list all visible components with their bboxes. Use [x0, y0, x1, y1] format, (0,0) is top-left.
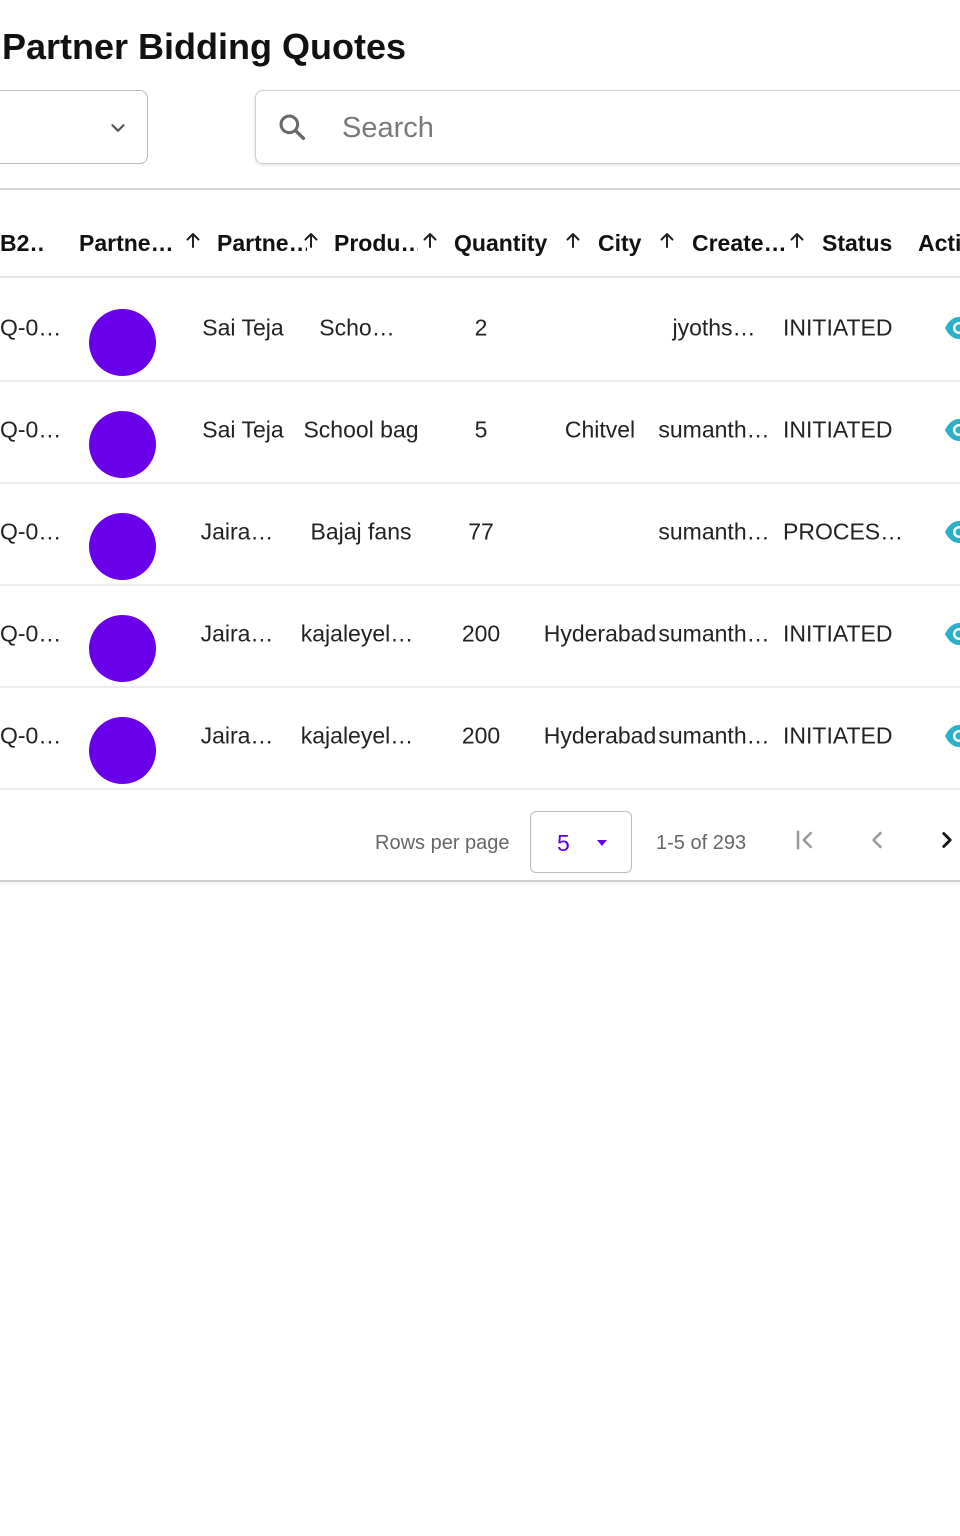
column-header-actions: Acti	[918, 230, 960, 256]
column-header-status[interactable]: Status	[822, 230, 902, 257]
cell-b2: Q-0…	[0, 518, 62, 545]
cell-created-by: sumanth…	[658, 620, 770, 647]
chevron-down-icon	[111, 124, 125, 132]
rows-per-page-label: Rows per page	[375, 832, 510, 854]
cell-status: INITIATED	[783, 722, 893, 749]
cell-b2: Q-0…	[0, 722, 62, 749]
eye-icon[interactable]	[944, 315, 960, 341]
filter-select[interactable]	[0, 90, 148, 164]
column-header-quantity[interactable]: Quantity	[454, 230, 549, 257]
column-header-city[interactable]: City	[598, 230, 648, 257]
avatar	[89, 717, 156, 784]
cell-b2: Q-0…	[0, 416, 62, 443]
table-row: Q-0… Jaira… Bajaj fans 77 sumanth… PROCE…	[0, 482, 960, 586]
table-row: Q-0… Jaira… kajaleyel… 200 Hyderabad sum…	[0, 584, 960, 688]
cell-created-by: sumanth…	[658, 518, 770, 545]
cell-product: kajaleyel…	[300, 722, 414, 749]
cell-status: INITIATED	[783, 314, 893, 341]
cell-partner-name: Jaira…	[200, 518, 274, 545]
cell-partner-name: Jaira…	[200, 722, 274, 749]
cell-partner-name: Jaira…	[200, 620, 274, 647]
search-box[interactable]	[255, 90, 960, 164]
cell-quantity: 77	[468, 518, 494, 545]
table-pagination: Rows per page 5 1-5 of 293	[0, 790, 960, 882]
cell-quantity: 200	[461, 722, 501, 749]
column-header-product[interactable]: Produ…	[334, 230, 418, 257]
avatar	[89, 411, 156, 478]
rows-per-page-value: 5	[557, 830, 570, 856]
column-header-b2[interactable]: B2…	[0, 230, 46, 257]
cell-status: PROCES…	[783, 518, 904, 545]
cell-product: kajaleyel…	[300, 620, 414, 647]
cell-product: Scho…	[319, 314, 395, 341]
cell-created-by: sumanth…	[658, 416, 770, 443]
cell-partner-name: Sai Teja	[202, 314, 284, 341]
cell-city: Hyderabad	[543, 620, 657, 647]
sort-arrow-icon[interactable]	[563, 228, 583, 252]
cell-partner-name: Sai Teja	[202, 416, 284, 443]
table-header: B2… Partne… Partne… Produ… Quantity City…	[0, 190, 960, 278]
cell-quantity: 2	[474, 314, 488, 341]
rows-per-page-select[interactable]: 5	[530, 811, 632, 873]
avatar	[89, 615, 156, 682]
column-header-created-by[interactable]: Create…	[692, 230, 784, 257]
page-title: Partner Bidding Quotes	[2, 26, 407, 67]
avatar	[89, 513, 156, 580]
column-header-partner-avatar[interactable]: Partne…	[79, 230, 171, 257]
search-input[interactable]	[340, 105, 944, 151]
search-icon	[279, 114, 306, 141]
pagination-range: 1-5 of 293	[656, 832, 747, 854]
caret-down-icon	[597, 840, 607, 846]
first-page-icon[interactable]	[791, 826, 819, 854]
cell-quantity: 200	[461, 620, 501, 647]
sort-arrow-icon[interactable]	[301, 228, 321, 252]
cell-product: School bag	[303, 416, 419, 443]
cell-created-by: sumanth…	[658, 722, 770, 749]
sort-arrow-icon[interactable]	[183, 228, 203, 252]
cell-b2: Q-0…	[0, 314, 62, 341]
column-header-partner-name[interactable]: Partne…	[217, 230, 307, 257]
cell-b2: Q-0…	[0, 620, 62, 647]
eye-icon[interactable]	[944, 621, 960, 647]
eye-icon[interactable]	[944, 723, 960, 749]
table-row: Q-0… Sai Teja School bag 5 Chitvel suman…	[0, 380, 960, 484]
cell-status: INITIATED	[783, 416, 893, 443]
table-row: Q-0… Jaira… kajaleyel… 200 Hyderabad sum…	[0, 686, 960, 790]
next-page-icon[interactable]	[934, 826, 960, 854]
cell-quantity: 5	[474, 416, 488, 443]
cell-city: Hyderabad	[543, 722, 657, 749]
cell-product: Bajaj fans	[310, 518, 412, 545]
sort-arrow-icon[interactable]	[420, 228, 440, 252]
eye-icon[interactable]	[944, 519, 960, 545]
table-row: Q-0… Sai Teja Scho… 2 jyoths… INITIATED	[0, 278, 960, 382]
eye-icon[interactable]	[944, 417, 960, 443]
cell-created-by: jyoths…	[672, 314, 756, 341]
previous-page-icon[interactable]	[863, 826, 891, 854]
sort-arrow-icon[interactable]	[657, 228, 677, 252]
cell-status: INITIATED	[783, 620, 893, 647]
avatar	[89, 309, 156, 376]
sort-arrow-icon[interactable]	[787, 228, 807, 252]
cell-city: Chitvel	[564, 416, 636, 443]
